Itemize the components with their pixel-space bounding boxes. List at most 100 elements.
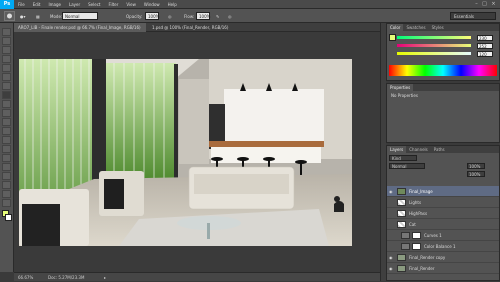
pressure-size-icon[interactable]: ◎ <box>228 14 232 19</box>
color-panel: Color Swatches Styles 230 252 120 <box>386 23 500 81</box>
layer-row[interactable]: ◉ Final_Render <box>387 263 499 274</box>
layer-row[interactable]: HighPass <box>387 208 499 219</box>
shape-tool-icon[interactable] <box>2 181 11 189</box>
menu-edit[interactable]: Edit <box>33 2 41 7</box>
visibility-eye-icon[interactable]: ◉ <box>389 186 394 197</box>
menu-file[interactable]: File <box>18 2 25 7</box>
green-slider[interactable] <box>397 44 471 47</box>
opacity-field[interactable]: 100% <box>145 12 159 20</box>
layer-name: Cat <box>409 222 416 227</box>
layer-mask-thumbnail <box>412 232 421 239</box>
clone-stamp-tool-icon[interactable] <box>2 100 11 108</box>
app-logo: Ps <box>0 0 14 9</box>
layer-thumbnail <box>397 221 406 228</box>
healing-tool-icon[interactable] <box>2 82 11 90</box>
visibility-eye-icon[interactable]: ◉ <box>389 263 394 274</box>
adjustment-icon <box>401 232 410 239</box>
flow-label: Flow: <box>184 14 195 19</box>
blur-tool-icon[interactable] <box>2 136 11 144</box>
layer-fill-field[interactable]: 100% <box>467 171 485 177</box>
properties-panel: Properties No Properties <box>386 83 500 143</box>
layer-row[interactable]: Lights <box>387 197 499 208</box>
workspace-select[interactable]: Essentials <box>450 12 496 20</box>
layer-row[interactable]: ◉ Final_Image <box>387 186 499 197</box>
pressure-opacity-icon[interactable]: ◎ <box>168 14 172 19</box>
layer-row[interactable]: Color Balance 1 <box>387 241 499 252</box>
tab-render-1[interactable]: 1.psd @ 100% (Final_Render, RGB/16) <box>148 23 258 32</box>
red-value[interactable]: 230 <box>477 35 493 41</box>
tab-styles[interactable]: Styles <box>429 24 447 31</box>
marquee-tool-icon[interactable] <box>2 37 11 45</box>
tab-channels[interactable]: Channels <box>406 146 431 153</box>
layer-thumbnail <box>397 265 406 272</box>
canvas-area[interactable] <box>14 32 380 272</box>
type-tool-icon[interactable] <box>2 163 11 171</box>
lasso-tool-icon[interactable] <box>2 46 11 54</box>
pen-tool-icon[interactable] <box>2 154 11 162</box>
tab-swatches[interactable]: Swatches <box>403 24 428 31</box>
brush-size-icon[interactable]: ●▾ <box>20 14 26 19</box>
maximize-button[interactable]: □ <box>481 1 488 8</box>
menu-bar: Ps File Edit Image Layer Select Filter V… <box>0 0 500 9</box>
mode-label: Mode: <box>50 14 63 19</box>
blue-value[interactable]: 120 <box>477 51 493 57</box>
red-slider[interactable] <box>397 36 471 39</box>
move-tool-icon[interactable] <box>2 28 11 36</box>
menu-filter[interactable]: Filter <box>108 2 118 7</box>
layer-name: Final_Render <box>409 266 435 271</box>
tab-properties[interactable]: Properties <box>387 84 414 91</box>
blue-slider[interactable] <box>397 52 471 55</box>
minimize-button[interactable]: – <box>473 1 480 8</box>
brush-panel-icon[interactable]: ▦ <box>36 14 40 19</box>
green-value[interactable]: 252 <box>477 43 493 49</box>
zoom-tool-icon[interactable] <box>2 199 11 207</box>
layer-mask-thumbnail <box>412 243 421 250</box>
tab-paths[interactable]: Paths <box>431 146 448 153</box>
dodge-tool-icon[interactable] <box>2 145 11 153</box>
menu-image[interactable]: Image <box>48 2 61 7</box>
menu-view[interactable]: View <box>126 2 136 7</box>
menu-select[interactable]: Select <box>88 2 100 7</box>
history-brush-tool-icon[interactable] <box>2 109 11 117</box>
tab-finale-render[interactable]: ARO7_LIB - Finale render.psd @ 66.7% (Fi… <box>14 23 146 32</box>
flow-field[interactable]: 100% <box>196 12 210 20</box>
color-ramp[interactable] <box>389 65 497 76</box>
document-canvas[interactable] <box>19 59 352 246</box>
gradient-tool-icon[interactable] <box>2 127 11 135</box>
blend-mode-select[interactable]: Normal <box>389 163 425 169</box>
color-swatches[interactable] <box>0 209 13 225</box>
menu-window[interactable]: Window <box>144 2 160 7</box>
brush-preset-icon[interactable] <box>4 11 15 21</box>
layer-name: Lights <box>409 200 422 205</box>
layers-panel: Layers Channels Paths Kind Normal 100% 1… <box>386 145 500 281</box>
layer-kind-filter[interactable]: Kind <box>389 155 417 161</box>
airbrush-icon[interactable]: ✎ <box>216 14 219 19</box>
status-bar: 66.67% Doc: 5.27M/23.3M ▸ <box>14 272 380 281</box>
tab-layers[interactable]: Layers <box>387 146 407 153</box>
layer-opacity-field[interactable]: 100% <box>467 163 485 169</box>
layer-row[interactable]: Cat <box>387 219 499 230</box>
tab-color[interactable]: Color <box>387 24 404 31</box>
options-bar: ●▾ ▦ Mode: Normal Opacity: 100% ◎ Flow: … <box>0 9 500 23</box>
brush-tool-icon[interactable] <box>2 91 11 99</box>
eyedropper-tool-icon[interactable] <box>2 73 11 81</box>
layer-thumbnail <box>397 210 406 217</box>
menu-help[interactable]: Help <box>168 2 177 7</box>
opacity-label: Opacity: <box>126 14 143 19</box>
no-properties-text: No Properties <box>391 93 418 98</box>
color-fg-swatch[interactable] <box>389 34 396 41</box>
eraser-tool-icon[interactable] <box>2 118 11 126</box>
background-color-swatch[interactable] <box>5 214 12 221</box>
mode-select[interactable]: Normal <box>62 12 98 20</box>
layer-row[interactable]: Curves 1 <box>387 230 499 241</box>
layer-row[interactable]: ◉ Final_Render copy <box>387 252 499 263</box>
adjustment-icon <box>401 243 410 250</box>
path-select-tool-icon[interactable] <box>2 172 11 180</box>
quick-select-tool-icon[interactable] <box>2 55 11 63</box>
visibility-eye-icon[interactable]: ◉ <box>389 252 394 263</box>
hand-tool-icon[interactable] <box>2 190 11 198</box>
menu-layer[interactable]: Layer <box>69 2 80 7</box>
crop-tool-icon[interactable] <box>2 64 11 72</box>
close-button[interactable]: × <box>490 1 497 8</box>
layer-name: Final_Render copy <box>409 255 446 260</box>
